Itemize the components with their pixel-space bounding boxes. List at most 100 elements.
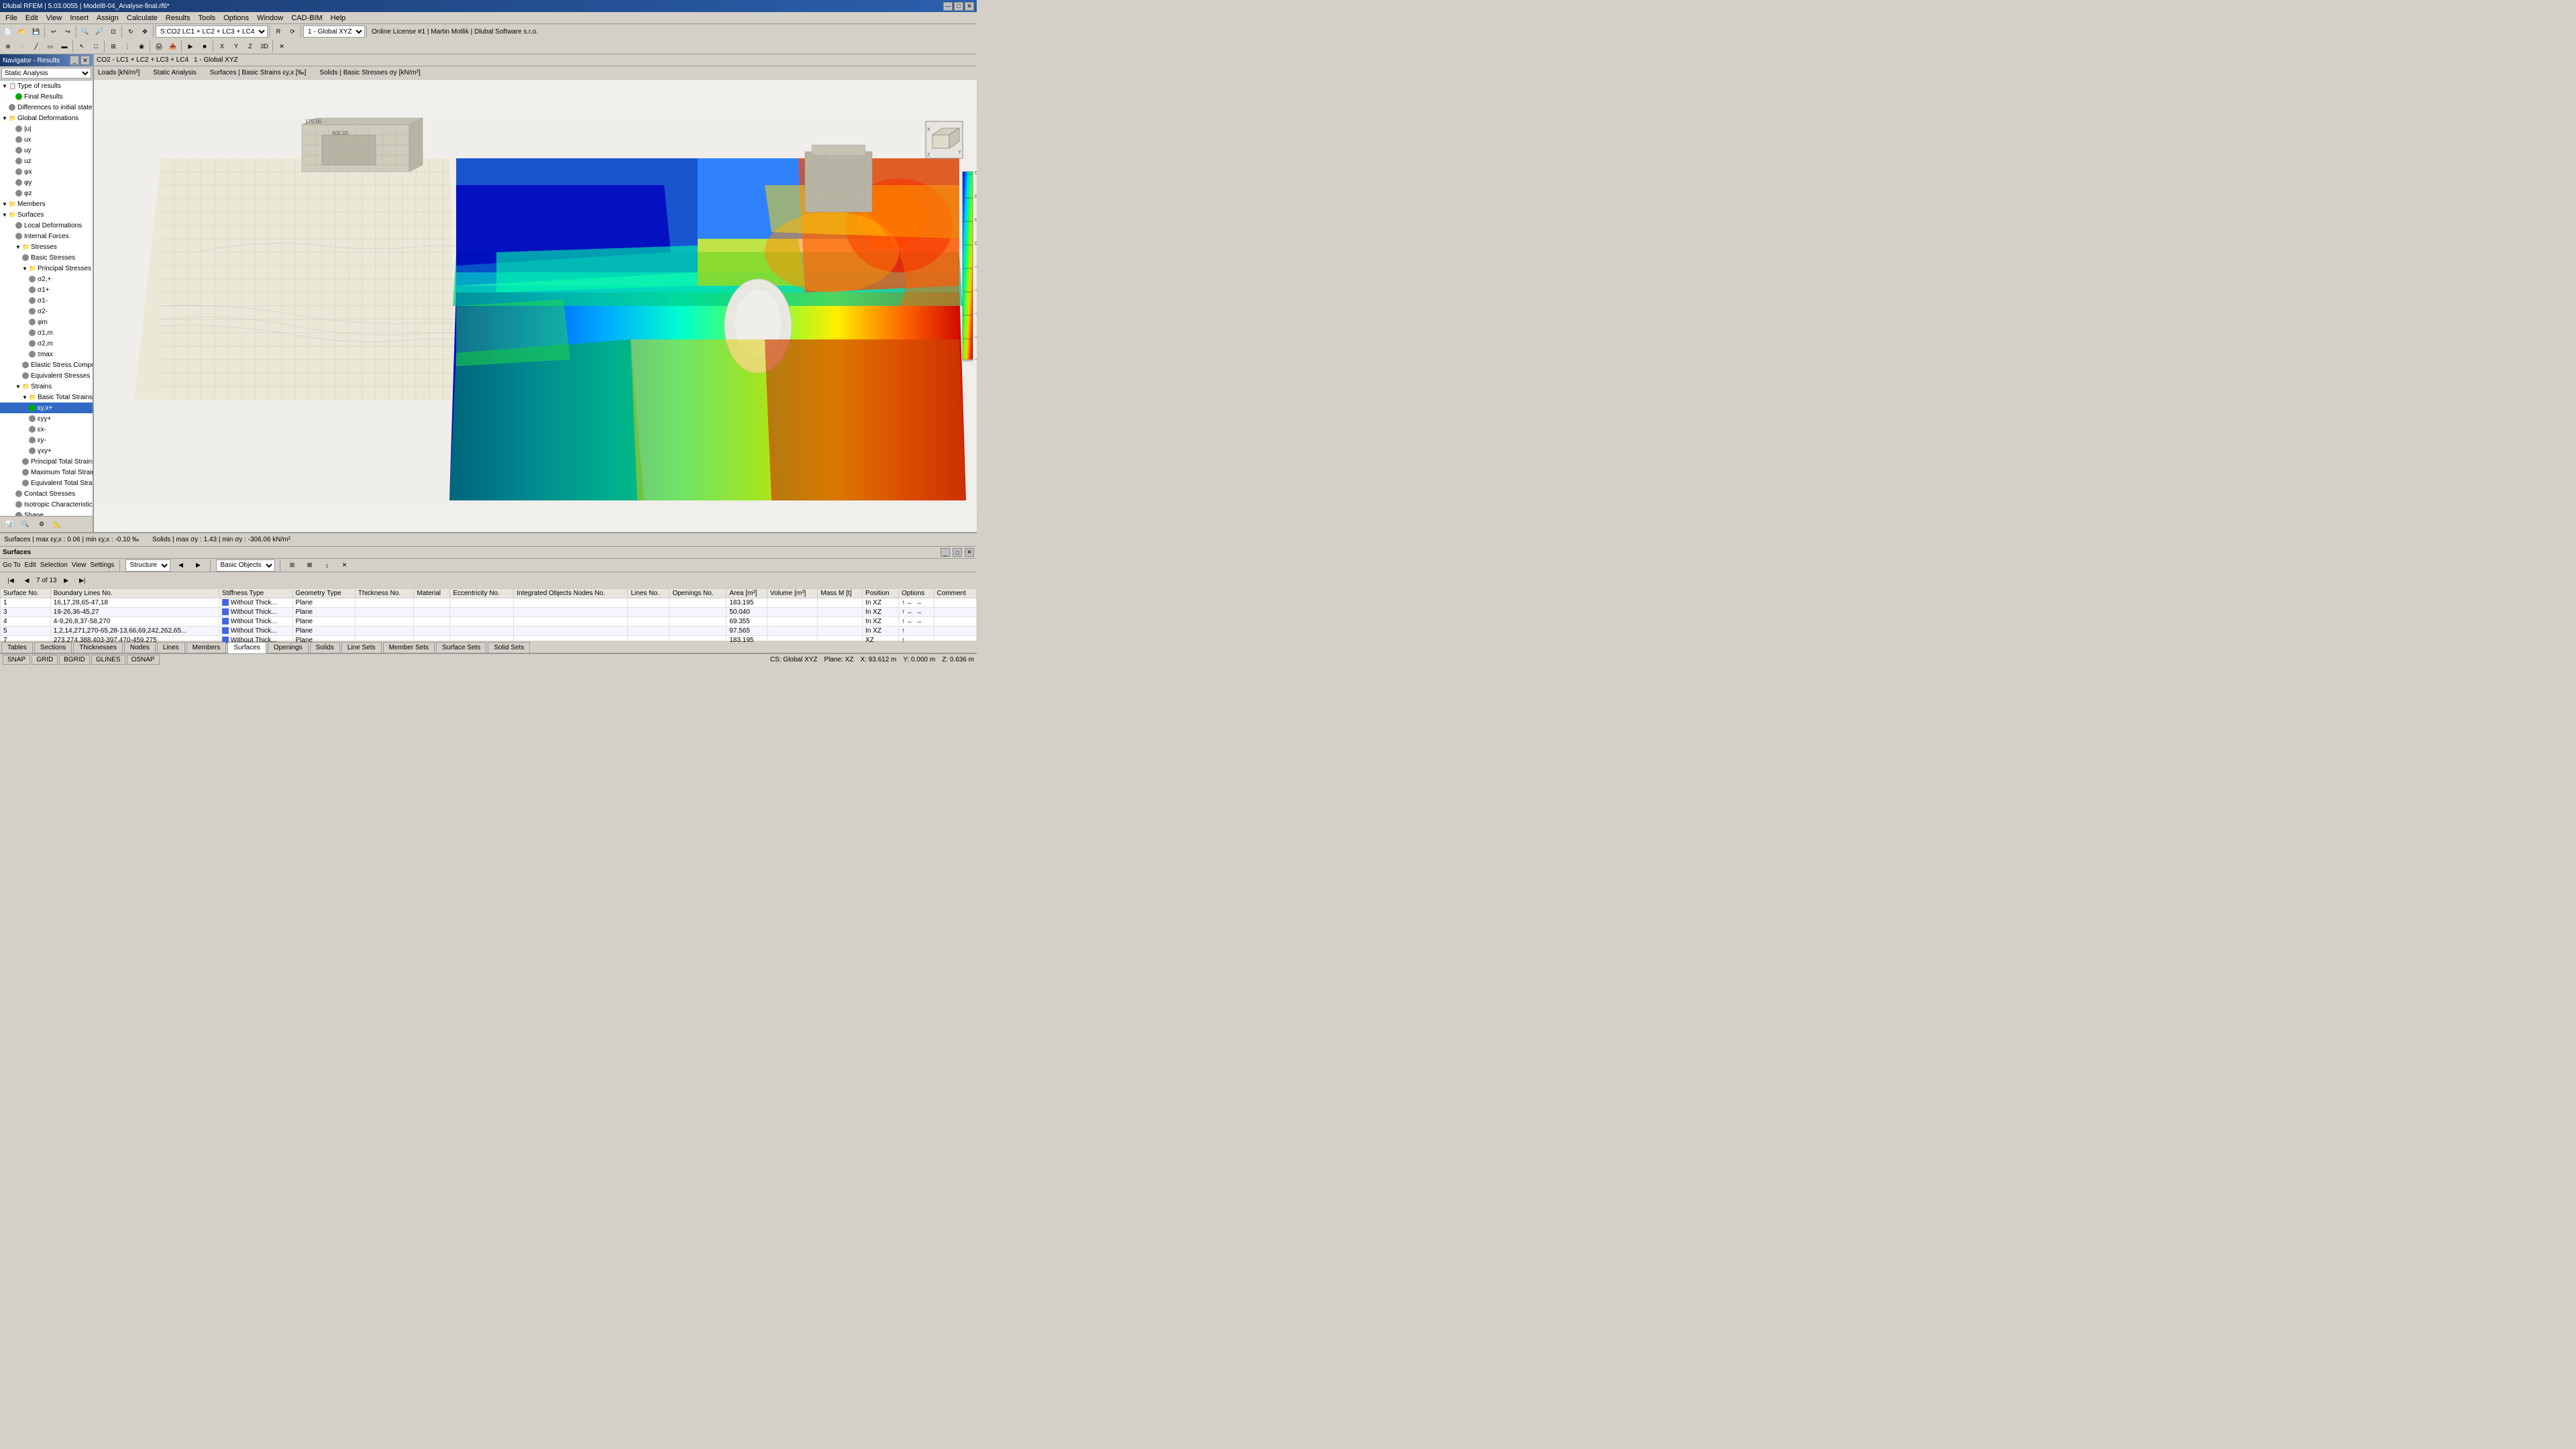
tb2-snap[interactable]: ⊕	[1, 40, 15, 53]
nav-icon-4[interactable]: 📐	[51, 518, 64, 531]
tab-thicknesses[interactable]: Thicknesses	[73, 642, 123, 653]
tb2-delete[interactable]: ✕	[275, 40, 288, 53]
tree-strains[interactable]: ▼ 📁 Strains	[0, 381, 93, 392]
toggle-global-def[interactable]: ▼	[1, 115, 8, 121]
tb2-export[interactable]: 📤	[166, 40, 180, 53]
prev-page-btn[interactable]: |◀	[4, 574, 17, 587]
tb2-axes[interactable]: ⊞	[107, 40, 120, 53]
tb2-select[interactable]: ↖	[75, 40, 89, 53]
results-max[interactable]: □	[953, 548, 962, 557]
col-no[interactable]: Surface No.	[1, 589, 51, 598]
tree-gamxy[interactable]: γxy+	[0, 445, 93, 456]
view-label[interactable]: View	[72, 561, 87, 569]
snap-btn[interactable]: SNAP	[3, 655, 30, 665]
menu-assign[interactable]: Assign	[93, 13, 123, 23]
nav-analysis-combo[interactable]: Static Analysis	[1, 68, 91, 78]
menu-options[interactable]: Options	[219, 13, 253, 23]
tree-members[interactable]: ▼ 📁 Members	[0, 199, 93, 209]
col-lines[interactable]: Lines No.	[628, 589, 669, 598]
tb-save[interactable]: 💾	[30, 25, 43, 38]
nav-icon-2[interactable]: 🔍	[19, 518, 32, 531]
res-prev[interactable]: ◀	[174, 559, 188, 572]
tb2-stop[interactable]: ■	[198, 40, 211, 53]
tree-uy[interactable]: uy	[0, 145, 93, 156]
tree-equiv-strains[interactable]: Equivalent Total Strains	[0, 478, 93, 488]
col-stiffness[interactable]: Stiffness Type	[219, 589, 292, 598]
toggle-surfaces[interactable]: ▼	[1, 211, 8, 218]
tree-sigma2m[interactable]: σ2-	[0, 306, 93, 317]
menu-tools[interactable]: Tools	[194, 13, 219, 23]
results-close[interactable]: ✕	[965, 548, 974, 557]
toggle-stresses[interactable]: ▼	[15, 244, 21, 250]
menu-cad-bim[interactable]: CAD-BIM	[287, 13, 326, 23]
combo-coord[interactable]: 1 - Global XYZ	[303, 25, 365, 38]
menu-results[interactable]: Results	[162, 13, 195, 23]
minimize-button[interactable]: —	[943, 2, 953, 11]
tb2-view2[interactable]: Y	[229, 40, 243, 53]
tab-nodes[interactable]: Nodes	[124, 642, 156, 653]
res-next[interactable]: ▶	[192, 559, 205, 572]
menu-view[interactable]: View	[42, 13, 66, 23]
tb-zoom-out[interactable]: 🔎	[93, 25, 106, 38]
close-button[interactable]: ✕	[965, 2, 974, 11]
tree-final-results[interactable]: Final Results	[0, 91, 93, 102]
tb-fit[interactable]: ⊡	[107, 25, 120, 38]
tb2-surface[interactable]: ▭	[44, 40, 57, 53]
tab-solids[interactable]: Solids	[310, 642, 340, 653]
col-geometry[interactable]: Geometry Type	[292, 589, 355, 598]
tab-surface-sets[interactable]: Surface Sets	[436, 642, 486, 653]
col-material[interactable]: Material	[414, 589, 450, 598]
tree-sigma1p[interactable]: σ1+	[0, 284, 93, 295]
res-tb1[interactable]: ⊞	[286, 559, 299, 572]
col-options[interactable]: Options	[898, 589, 934, 598]
edit-label[interactable]: Edit	[25, 561, 36, 569]
goto-label[interactable]: Go To	[3, 561, 21, 569]
tb-rotate[interactable]: ↻	[124, 25, 138, 38]
tb2-print[interactable]: 🖨	[152, 40, 166, 53]
nav-icon-1[interactable]: 📊	[3, 518, 16, 531]
tb2-render[interactable]: ◉	[135, 40, 148, 53]
next-page-btn[interactable]: ▶	[60, 574, 73, 587]
menu-help[interactable]: Help	[327, 13, 350, 23]
res-tb3[interactable]: ↕	[321, 559, 334, 572]
osnap-btn[interactable]: OSNAP	[127, 655, 160, 665]
tb-undo[interactable]: ↩	[47, 25, 60, 38]
structure-combo[interactable]: Structure	[125, 559, 170, 572]
table-row[interactable]: 319-26,36-45,27Without Thick...Plane50.0…	[1, 608, 977, 617]
tree-type-results[interactable]: ▼ 📋 Type of results	[0, 80, 93, 91]
tree-ux[interactable]: ux	[0, 134, 93, 145]
tree-eym[interactable]: εy-	[0, 435, 93, 445]
tree-stresses[interactable]: ▼ 📁 Stresses	[0, 241, 93, 252]
combo-loadcase[interactable]: S:CO2 LC1 + LC2 + LC3 + LC4	[156, 25, 268, 38]
tree-basic-stresses[interactable]: Basic Stresses	[0, 252, 93, 263]
col-thickness[interactable]: Thickness No.	[355, 589, 414, 598]
tree-sigma1m[interactable]: σ1-	[0, 295, 93, 306]
tree-sigma2p[interactable]: σ2,+	[0, 274, 93, 284]
toggle-strains[interactable]: ▼	[15, 383, 21, 390]
tab-member-sets[interactable]: Member Sets	[383, 642, 435, 653]
tree-uz[interactable]: uz	[0, 156, 93, 166]
nav-minimize[interactable]: _	[70, 56, 79, 65]
grid-btn[interactable]: GRID	[32, 655, 58, 665]
glines-btn[interactable]: GLINES	[91, 655, 125, 665]
menu-file[interactable]: File	[1, 13, 21, 23]
tb-zoom-in[interactable]: 🔍	[78, 25, 92, 38]
tree-local-def[interactable]: Local Deformations	[0, 220, 93, 231]
menu-edit[interactable]: Edit	[21, 13, 42, 23]
tree-taumax[interactable]: τmax	[0, 349, 93, 360]
tb-redo[interactable]: ↪	[61, 25, 74, 38]
tb-open[interactable]: 📂	[15, 25, 29, 38]
toggle-principal[interactable]: ▼	[21, 265, 28, 272]
nav-close[interactable]: ✕	[80, 56, 90, 65]
nav-icon-3[interactable]: ⚙	[35, 518, 48, 531]
tab-tables[interactable]: Tables	[1, 642, 33, 653]
tree-shape[interactable]: Shape	[0, 510, 93, 516]
col-eccentricity[interactable]: Eccentricity No.	[450, 589, 514, 598]
tb2-view4[interactable]: 3D	[258, 40, 271, 53]
tree-surfaces[interactable]: ▼ 📁 Surfaces	[0, 209, 93, 220]
col-nodes[interactable]: Integrated Objects Nodes No.	[514, 589, 628, 598]
tb2-view3[interactable]: Z	[244, 40, 257, 53]
menu-calculate[interactable]: Calculate	[123, 13, 162, 23]
tree-equiv-stress[interactable]: Equivalent Stresses	[0, 370, 93, 381]
tb2-view1[interactable]: X	[215, 40, 229, 53]
